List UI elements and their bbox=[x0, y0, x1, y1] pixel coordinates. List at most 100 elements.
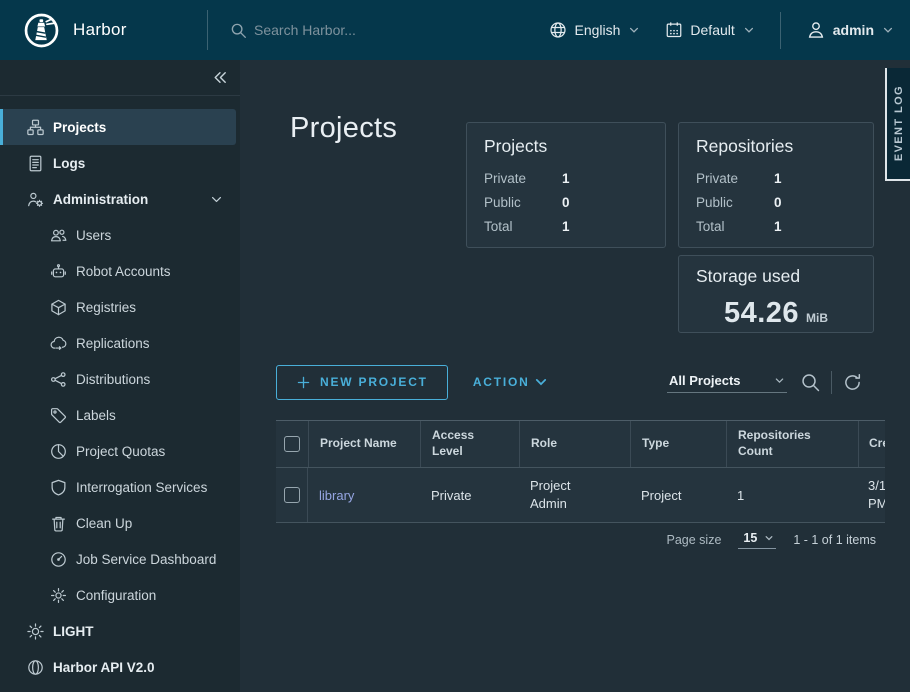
cell-role: Project Admin bbox=[519, 468, 630, 522]
stat-value: 0 bbox=[774, 191, 782, 215]
sidebar-item-interrogation-services[interactable]: Interrogation Services bbox=[0, 469, 240, 505]
search-input[interactable] bbox=[254, 22, 464, 38]
refresh-button[interactable] bbox=[842, 372, 863, 393]
card-title: Storage used bbox=[696, 266, 856, 287]
col-header-project-name[interactable]: Project Name bbox=[308, 421, 420, 467]
sidebar-item-administration[interactable]: Administration bbox=[0, 181, 240, 217]
header-actions: English Default admin bbox=[549, 0, 910, 60]
sidebar-item-project-quotas[interactable]: Project Quotas bbox=[0, 433, 240, 469]
event-log-tab[interactable]: EVENT LOG bbox=[885, 68, 910, 181]
plus-icon bbox=[296, 375, 311, 390]
toolbar-divider bbox=[831, 371, 832, 394]
header-divider bbox=[780, 12, 781, 49]
sidebar-item-replications[interactable]: Replications bbox=[0, 325, 240, 361]
storage-unit: MiB bbox=[806, 311, 828, 325]
page-title: Projects bbox=[290, 112, 397, 145]
language-menu[interactable]: English bbox=[549, 21, 640, 39]
chevron-down-icon bbox=[764, 533, 774, 543]
event-log-label: EVENT LOG bbox=[893, 85, 905, 161]
users-icon bbox=[50, 227, 67, 244]
select-all-checkbox[interactable] bbox=[284, 436, 300, 452]
sitemap-icon bbox=[27, 119, 44, 136]
gear-icon bbox=[50, 587, 67, 604]
table-footer: Page size 15 1 - 1 of 1 items bbox=[276, 522, 885, 557]
share-icon bbox=[50, 371, 67, 388]
project-filter-select[interactable]: All Projects bbox=[667, 371, 787, 393]
stat-label: Private bbox=[696, 167, 774, 191]
header-divider bbox=[207, 10, 208, 50]
project-link-library[interactable]: library bbox=[319, 488, 354, 503]
sidebar-item-configuration[interactable]: Configuration bbox=[0, 577, 240, 613]
stat-value: 1 bbox=[562, 167, 570, 191]
sidebar-item-label: Administration bbox=[53, 192, 148, 207]
sidebar-item-label: Logs bbox=[53, 156, 85, 171]
action-dropdown-button[interactable]: ACTION bbox=[473, 375, 548, 389]
new-project-label: NEW PROJECT bbox=[320, 375, 428, 389]
user-gear-icon bbox=[27, 191, 44, 208]
cell-creation-time: 3/1 PM bbox=[858, 468, 885, 522]
sidebar-item-robot-accounts[interactable]: Robot Accounts bbox=[0, 253, 240, 289]
sidebar-item-logs[interactable]: Logs bbox=[0, 145, 240, 181]
shield-icon bbox=[50, 479, 67, 496]
new-project-button[interactable]: NEW PROJECT bbox=[276, 365, 448, 400]
card-title: Projects bbox=[484, 136, 648, 157]
stat-label: Total bbox=[696, 215, 774, 239]
page-size-select[interactable]: 15 bbox=[738, 531, 776, 549]
robot-icon bbox=[50, 263, 67, 280]
repositories-summary-card: Repositories Private1 Public0 Total1 bbox=[678, 122, 874, 248]
sidebar-item-users[interactable]: Users bbox=[0, 217, 240, 253]
stat-label: Private bbox=[484, 167, 562, 191]
search-table-button[interactable] bbox=[800, 372, 821, 393]
sidebar-item-projects[interactable]: Projects bbox=[0, 109, 236, 145]
col-header-role[interactable]: Role bbox=[519, 421, 630, 467]
row-checkbox[interactable] bbox=[284, 487, 300, 503]
globe-icon bbox=[549, 21, 567, 39]
sidebar-item-label: Clean Up bbox=[76, 516, 132, 531]
theme-calendar-icon bbox=[665, 21, 683, 39]
table-header-row: Project Name Access Level Role Type Repo… bbox=[276, 420, 885, 468]
col-header-access-level[interactable]: Access Level bbox=[420, 421, 519, 467]
user-icon bbox=[806, 20, 826, 40]
col-header-creation-time[interactable]: Cre bbox=[858, 421, 885, 467]
cloud-icon bbox=[50, 335, 67, 352]
chevron-down-icon bbox=[774, 375, 785, 386]
sidebar-item-label: Users bbox=[76, 228, 111, 243]
search-icon bbox=[230, 22, 247, 39]
user-menu[interactable]: admin bbox=[806, 20, 894, 40]
sidebar-item-distributions[interactable]: Distributions bbox=[0, 361, 240, 397]
sidebar-item-job-service-dashboard[interactable]: Job Service Dashboard bbox=[0, 541, 240, 577]
sidebar-item-labels[interactable]: Labels bbox=[0, 397, 240, 433]
sidebar-item-harbor-api-v2-0[interactable]: Harbor API V2.0 bbox=[0, 649, 240, 685]
home-link[interactable]: Harbor bbox=[0, 0, 207, 60]
filter-selected-value: All Projects bbox=[669, 373, 741, 388]
sidebar-item-label: Labels bbox=[76, 408, 116, 423]
sidebar-item-label: Job Service Dashboard bbox=[76, 552, 216, 567]
harbor-app: Harbor English Defaul bbox=[0, 0, 910, 692]
page-size-label: Page size bbox=[667, 533, 722, 547]
chevron-down-icon bbox=[882, 24, 894, 36]
chevron-down-icon bbox=[210, 193, 223, 206]
sidebar-item-clean-up[interactable]: Clean Up bbox=[0, 505, 240, 541]
col-header-type[interactable]: Type bbox=[630, 421, 726, 467]
storage-value: 54.26 bbox=[724, 297, 799, 330]
card-title: Repositories bbox=[696, 136, 856, 157]
sun-icon bbox=[27, 623, 44, 640]
table-row: library Private Project Admin Project 1 … bbox=[276, 468, 885, 522]
theme-menu[interactable]: Default bbox=[665, 21, 754, 39]
sidebar-item-label: Distributions bbox=[76, 372, 150, 387]
items-range-label: 1 - 1 of 1 items bbox=[793, 533, 876, 547]
global-search bbox=[230, 22, 464, 39]
username-label: admin bbox=[833, 22, 874, 38]
sidebar-item-registries[interactable]: Registries bbox=[0, 289, 240, 325]
cell-type: Project bbox=[630, 468, 726, 522]
sidebar-item-label: Interrogation Services bbox=[76, 480, 207, 495]
chevron-down-icon bbox=[743, 24, 755, 36]
sidebar: Projects Logs Administration Users Robot Acc… bbox=[0, 60, 240, 692]
main-content: Projects Projects Private1 Public0 Total… bbox=[240, 60, 910, 692]
header-bar: Harbor English Defaul bbox=[0, 0, 910, 60]
collapse-sidebar-button[interactable] bbox=[210, 68, 229, 87]
trash-icon bbox=[50, 515, 67, 532]
col-header-repositories-count[interactable]: Repositories Count bbox=[726, 421, 858, 467]
sidebar-nav: Projects Logs Administration Users Robot Acc… bbox=[0, 96, 240, 685]
sidebar-item-light[interactable]: LIGHT bbox=[0, 613, 240, 649]
